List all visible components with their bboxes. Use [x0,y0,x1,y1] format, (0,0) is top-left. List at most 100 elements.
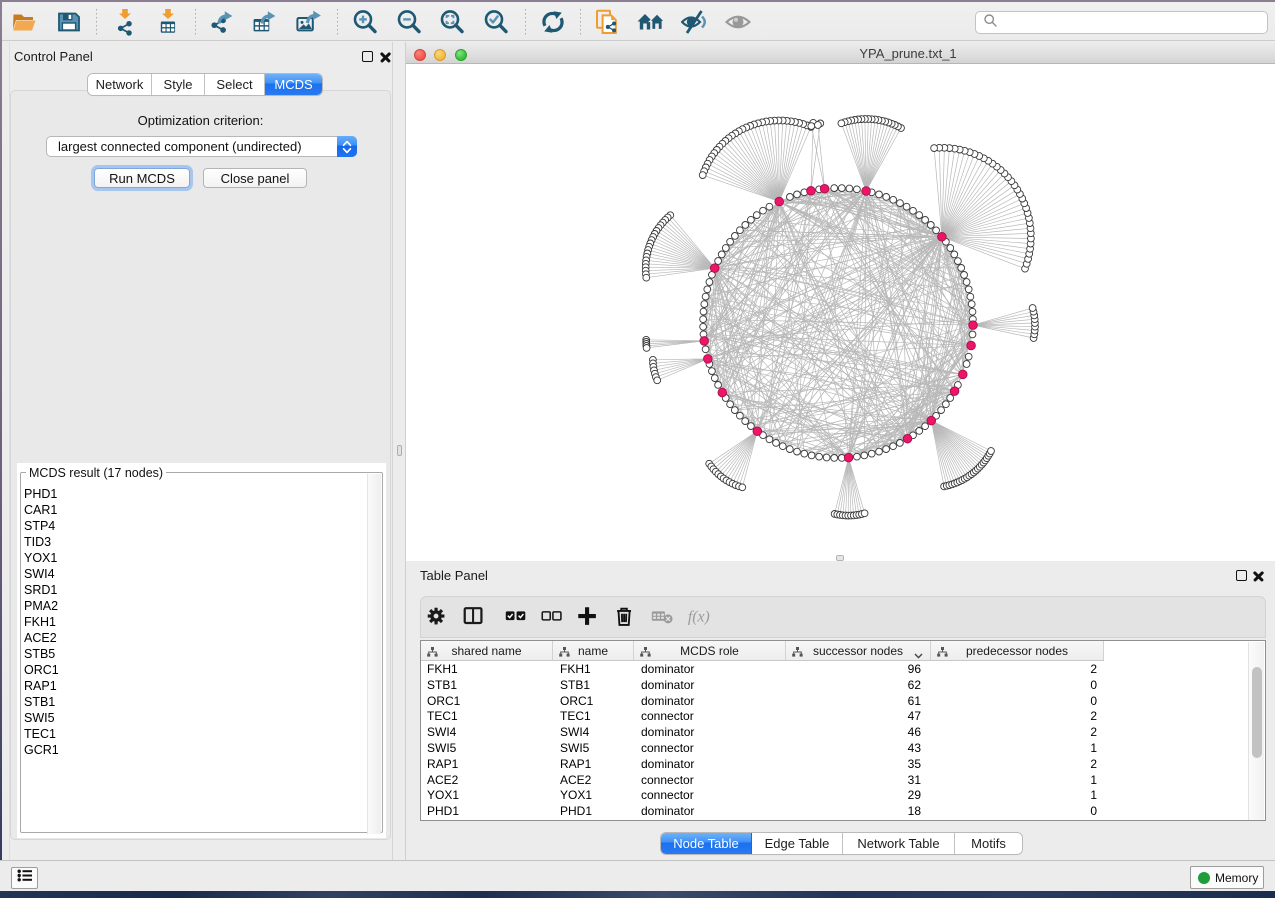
mcds-result-item[interactable]: TEC1 [23,726,368,742]
mcds-result-item[interactable]: ACE2 [23,630,368,646]
mcds-result-item[interactable]: TID3 [23,534,368,550]
run-mcds-button[interactable]: Run MCDS [94,168,190,188]
zoom-out-icon[interactable] [395,8,423,36]
cell-name[interactable]: FKH1 [560,662,630,678]
cell-mcds-role[interactable]: connector [641,709,741,725]
cell-successor-nodes[interactable]: 96 [786,662,921,678]
cell-name[interactable]: SWI4 [560,725,630,741]
window-zoom-traffic-light[interactable] [455,49,467,61]
network-window-titlebar[interactable]: YPA_prune.txt_1 [406,42,1275,64]
cell-shared-name[interactable]: STB1 [427,678,527,694]
column-header-successor-nodes[interactable]: successor nodes [786,641,931,660]
show-details-icon[interactable] [725,8,753,36]
open-session-icon[interactable] [11,8,39,36]
zoom-in-icon[interactable] [351,8,379,36]
table-float-panel-icon[interactable] [1236,570,1247,581]
function-builder-icon[interactable]: f(x) [686,604,712,630]
delete-table-icon[interactable] [650,604,676,630]
cell-predecessor-nodes[interactable]: 0 [931,678,1097,694]
cell-mcds-role[interactable]: dominator [641,804,741,820]
export-network-icon[interactable] [207,8,235,36]
save-session-icon[interactable] [55,8,83,36]
show-columns-icon[interactable] [461,604,487,630]
cell-mcds-role[interactable]: connector [641,788,741,804]
tab-select[interactable]: Select [205,74,265,95]
cell-predecessor-nodes[interactable]: 0 [931,694,1097,710]
search-input[interactable] [998,14,1267,32]
column-header-name[interactable]: name [553,641,634,660]
cell-successor-nodes[interactable]: 61 [786,694,921,710]
unselect-all-columns-icon[interactable] [539,604,565,630]
tab-edge-table[interactable]: Edge Table [752,833,843,854]
tab-node-table[interactable]: Node Table [661,833,752,854]
cell-shared-name[interactable]: SWI4 [427,725,527,741]
close-panel-icon[interactable] [380,52,391,63]
cell-name[interactable]: ACE2 [560,773,630,789]
cell-predecessor-nodes[interactable]: 2 [931,662,1097,678]
criterion-dropdown[interactable]: largest connected component (undirected) [46,136,357,157]
cell-successor-nodes[interactable]: 29 [786,788,921,804]
cell-shared-name[interactable]: PHD1 [427,804,527,820]
column-header-shared-name[interactable]: shared name [421,641,553,660]
new-network-from-selection-icon[interactable] [594,8,622,36]
cell-shared-name[interactable]: SWI5 [427,741,527,757]
column-header-predecessor-nodes[interactable]: predecessor nodes [931,641,1104,660]
cell-shared-name[interactable]: ACE2 [427,773,527,789]
cell-predecessor-nodes[interactable]: 2 [931,709,1097,725]
cell-name[interactable]: SWI5 [560,741,630,757]
cell-shared-name[interactable]: TEC1 [427,709,527,725]
cell-successor-nodes[interactable]: 18 [786,804,921,820]
cell-name[interactable]: STB1 [560,678,630,694]
cell-mcds-role[interactable]: dominator [641,678,741,694]
cell-mcds-role[interactable]: dominator [641,694,741,710]
cell-shared-name[interactable]: FKH1 [427,662,527,678]
cell-mcds-role[interactable]: dominator [641,725,741,741]
cell-mcds-role[interactable]: connector [641,773,741,789]
table-settings-icon[interactable] [424,604,450,630]
cell-predecessor-nodes[interactable]: 1 [931,788,1097,804]
mcds-result-item[interactable]: PMA2 [23,598,368,614]
delete-columns-icon[interactable] [612,604,638,630]
memory-button[interactable]: Memory [1190,866,1264,889]
cell-successor-nodes[interactable]: 43 [786,741,921,757]
tab-mcds[interactable]: MCDS [265,74,322,95]
show-panels-button[interactable] [11,867,38,889]
zoom-selected-icon[interactable] [482,8,510,36]
hide-details-icon[interactable] [681,8,709,36]
cell-mcds-role[interactable]: dominator [641,757,741,773]
tab-network-table[interactable]: Network Table [843,833,955,854]
mcds-result-item[interactable]: FKH1 [23,614,368,630]
mcds-result-item[interactable]: YOX1 [23,550,368,566]
node-table-scrollbar-thumb[interactable] [1252,667,1262,758]
search-box[interactable] [975,11,1268,34]
cell-shared-name[interactable]: YOX1 [427,788,527,804]
column-header-MCDS-role[interactable]: MCDS role [634,641,786,660]
import-network-icon[interactable] [111,8,139,36]
mcds-result-item[interactable]: GCR1 [23,742,368,758]
apply-layout-icon[interactable] [539,8,567,36]
cell-successor-nodes[interactable]: 35 [786,757,921,773]
mcds-result-item[interactable]: STB1 [23,694,368,710]
mcds-result-item[interactable]: SRD1 [23,582,368,598]
cell-name[interactable]: ORC1 [560,694,630,710]
close-panel-button[interactable]: Close panel [203,168,307,188]
mcds-result-item[interactable]: STP4 [23,518,368,534]
export-image-icon[interactable] [294,8,322,36]
vertical-splitter-grip[interactable] [397,445,402,456]
cell-predecessor-nodes[interactable]: 1 [931,773,1097,789]
mcds-result-item[interactable]: SWI4 [23,566,368,582]
cell-successor-nodes[interactable]: 31 [786,773,921,789]
mcds-result-item[interactable]: ORC1 [23,662,368,678]
mcds-list-scrollbar[interactable] [367,474,381,834]
zoom-fit-icon[interactable] [438,8,466,36]
tab-motifs[interactable]: Motifs [955,833,1022,854]
cell-shared-name[interactable]: RAP1 [427,757,527,773]
cell-name[interactable]: PHD1 [560,804,630,820]
export-table-icon[interactable] [250,8,278,36]
node-table-scrollbar[interactable] [1248,642,1264,820]
cell-successor-nodes[interactable]: 47 [786,709,921,725]
import-table-icon[interactable] [154,8,182,36]
window-close-traffic-light[interactable] [414,49,426,61]
cell-name[interactable]: TEC1 [560,709,630,725]
table-close-panel-icon[interactable] [1253,571,1264,582]
